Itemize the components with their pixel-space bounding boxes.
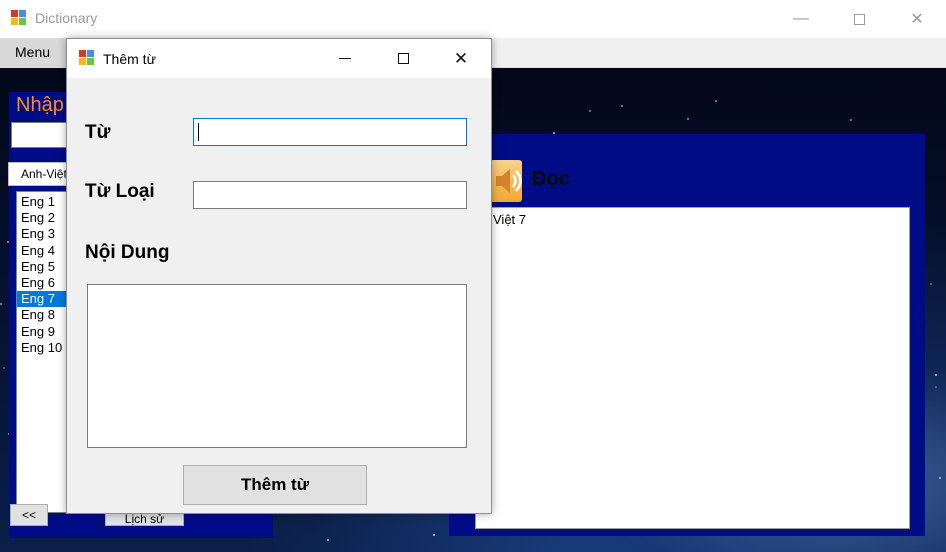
language-mode-select[interactable]: Anh-Việt [8,162,68,186]
word-input[interactable] [193,118,467,146]
main-titlebar: Dictionary — ✕ [0,0,946,38]
search-input[interactable] [11,122,71,148]
word-list-item[interactable]: Eng 10 [17,340,67,356]
star [432,534,435,537]
star [714,100,717,103]
close-button[interactable]: ✕ [894,0,940,38]
close-icon: ✕ [453,48,469,68]
star [687,117,690,120]
word-list-item[interactable]: Eng 2 [17,210,67,226]
maximize-button[interactable] [836,0,882,38]
star [930,282,933,285]
text-caret [198,123,199,141]
star [327,539,330,542]
dialog-maximize-button[interactable] [380,39,426,78]
maximize-icon [853,13,865,25]
star [620,104,623,107]
star [939,476,942,479]
speak-button[interactable] [490,160,522,202]
minimize-icon: — [793,10,809,27]
minimize-button[interactable]: — [778,0,824,38]
add-word-button[interactable]: Thêm từ [183,465,367,505]
star [3,366,6,369]
dialog-minimize-button[interactable] [322,39,368,78]
input-label: Nhập [16,94,64,116]
maximize-icon [397,53,409,64]
star [934,374,937,377]
star [0,302,3,305]
word-list-item[interactable]: Eng 6 [17,275,67,291]
app-icon [11,10,27,26]
word-list-item[interactable]: Eng 9 [17,324,67,340]
word-label: Từ [85,122,111,143]
meaning-textbox[interactable]: Việt 7 [475,207,910,529]
word-list-item[interactable]: Eng 7 [17,291,67,308]
add-word-dialog: Thêm từ ✕ Từ Từ Loại Nội Dung Thêm từ [66,38,492,514]
content-textarea[interactable] [87,284,467,448]
word-list-item[interactable]: Eng 5 [17,259,67,275]
close-icon: ✕ [910,11,924,28]
word-list-item[interactable]: Eng 4 [17,243,67,259]
word-list-item[interactable]: Eng 1 [17,194,67,210]
word-type-input[interactable] [193,181,467,209]
speaker-icon [496,169,522,193]
dialog-title: Thêm từ [103,51,156,67]
star [589,109,592,112]
content-label: Nội Dung [85,242,170,263]
star [935,385,937,388]
menu-item-menu[interactable]: Menu [0,38,66,67]
dialog-titlebar: Thêm từ ✕ [67,39,491,78]
minimize-icon [339,58,351,59]
word-list-item[interactable]: Eng 8 [17,307,67,323]
star [849,118,852,121]
back-button[interactable]: << [10,504,48,526]
word-list[interactable]: Eng 1 Eng 2 Eng 3 Eng 4 Eng 5 Eng 6 Eng 7 Eng 8… [16,191,68,513]
speak-label: Đọc [532,168,570,190]
window-title: Dictionary [35,10,98,26]
dialog-app-icon [79,50,95,66]
word-list-item[interactable]: Eng 3 [17,226,67,242]
dialog-close-button[interactable]: ✕ [438,39,484,78]
word-type-label: Từ Loại [85,181,155,202]
